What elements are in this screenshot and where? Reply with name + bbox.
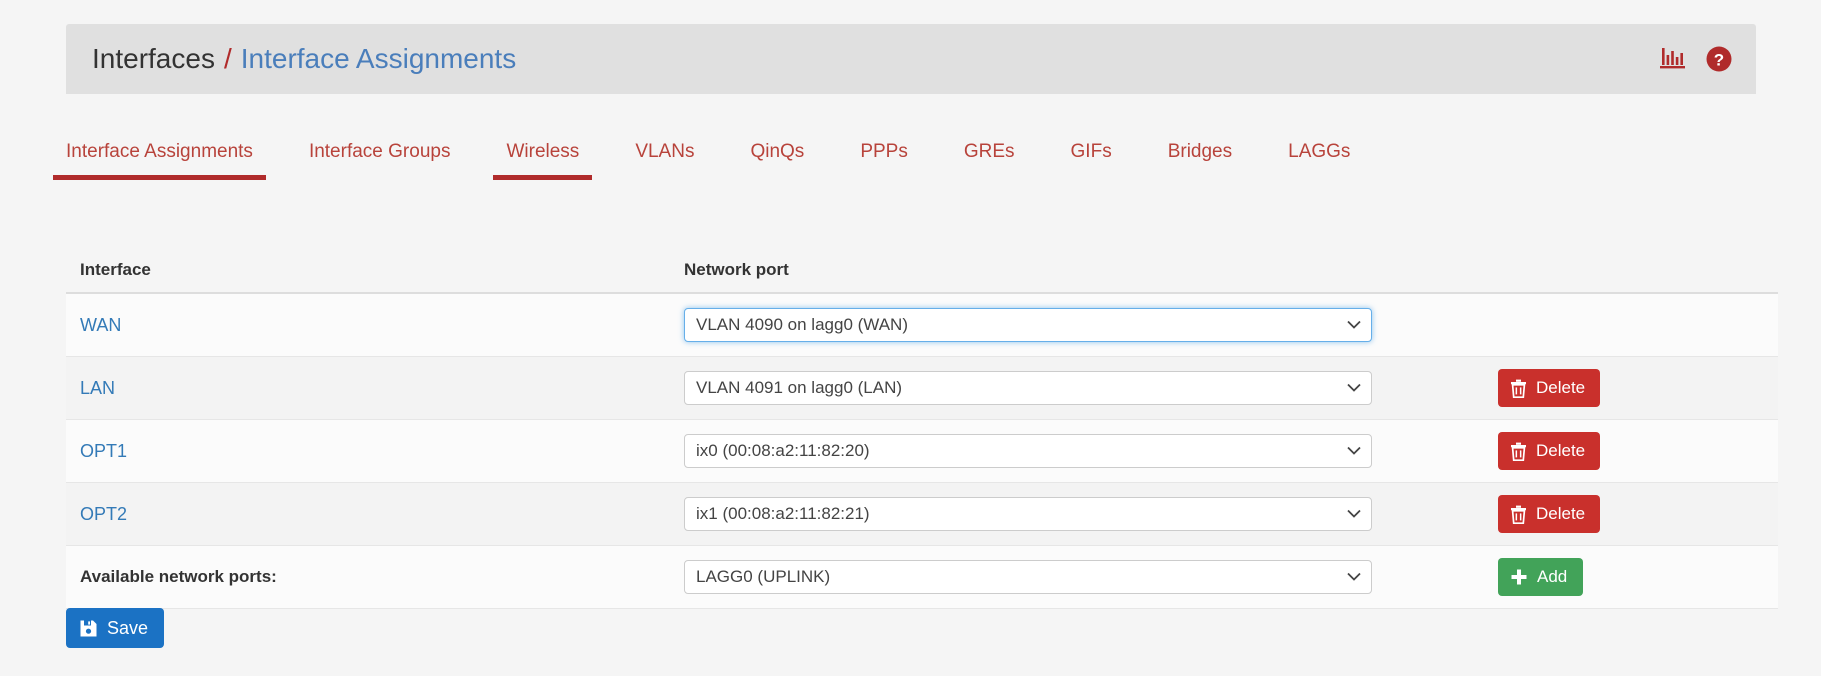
tab-label: PPPs xyxy=(860,141,908,162)
row-actions-cell: Delete xyxy=(1478,369,1778,407)
tab-interface-groups[interactable]: Interface Groups xyxy=(309,142,451,180)
svg-text:?: ? xyxy=(1714,51,1724,70)
interface-cell: OPT2 xyxy=(66,504,666,525)
tab-qinqs[interactable]: QinQs xyxy=(750,142,804,180)
network-port-select-value: ix0 (00:08:a2:11:82:20) xyxy=(684,434,1372,468)
tab-label: Bridges xyxy=(1167,141,1233,162)
tab-laggs[interactable]: LAGGs xyxy=(1288,142,1350,180)
row-actions-cell: Delete xyxy=(1478,495,1778,533)
network-port-select-value: VLAN 4091 on lagg0 (LAN) xyxy=(684,371,1372,405)
available-network-ports-label: Available network ports: xyxy=(80,567,277,586)
network-port-select-value: VLAN 4090 on lagg0 (WAN) xyxy=(684,308,1372,342)
available-ports-label-cell: Available network ports: xyxy=(66,567,666,587)
network-port-cell: VLAN 4091 on lagg0 (LAN) xyxy=(666,371,1478,405)
tab-wireless[interactable]: Wireless xyxy=(493,141,593,180)
add-button[interactable]: Add xyxy=(1498,558,1584,596)
network-port-cell: ix0 (00:08:a2:11:82:20) xyxy=(666,434,1478,468)
breadcrumb-current[interactable]: Interface Assignments xyxy=(241,45,516,73)
status-chart-icon[interactable] xyxy=(1660,47,1686,71)
delete-button-opt1[interactable]: Delete xyxy=(1498,432,1601,470)
tab-pppps[interactable]: PPPs xyxy=(860,142,908,180)
delete-button-label: Delete xyxy=(1536,441,1586,460)
tab-label: LAGGs xyxy=(1288,141,1351,162)
interface-cell: WAN xyxy=(66,315,666,336)
table-row: OPT1 ix0 (00:08:a2:11:82:20) Delete xyxy=(66,420,1778,483)
table-row: LAN VLAN 4091 on lagg0 (LAN) Delete xyxy=(66,357,1778,420)
tab-label: Interface Assignments xyxy=(66,141,253,162)
table-row: OPT2 ix1 (00:08:a2:11:82:21) Delete xyxy=(66,483,1778,546)
delete-button-lan[interactable]: Delete xyxy=(1498,369,1601,407)
row-actions-cell: Add xyxy=(1478,558,1778,596)
tab-gifs[interactable]: GIFs xyxy=(1071,142,1112,180)
network-port-cell: LAGG0 (UPLINK) xyxy=(666,560,1478,594)
available-network-port-select[interactable]: LAGG0 (UPLINK) xyxy=(684,560,1372,594)
tab-label: Wireless xyxy=(506,141,580,162)
header-icon-group: ? xyxy=(1660,46,1732,72)
save-disk-icon xyxy=(79,619,98,638)
tab-gres[interactable]: GREs xyxy=(964,142,1015,180)
interface-assignments-page: Interfaces / Interface Assignments ? Int… xyxy=(0,0,1821,676)
trash-icon xyxy=(1510,505,1527,524)
delete-button-label: Delete xyxy=(1536,504,1586,523)
tab-label: QinQs xyxy=(750,141,805,162)
breadcrumb: Interfaces / Interface Assignments xyxy=(92,45,516,73)
column-header-interface: Interface xyxy=(80,260,151,279)
interface-link-opt2[interactable]: OPT2 xyxy=(80,504,127,524)
tab-label: GIFs xyxy=(1070,141,1112,162)
interface-cell: OPT1 xyxy=(66,441,666,462)
trash-icon xyxy=(1510,379,1527,398)
network-port-select-wan[interactable]: VLAN 4090 on lagg0 (WAN) xyxy=(684,308,1372,342)
save-button[interactable]: Save xyxy=(66,608,165,648)
tab-label: VLANs xyxy=(635,141,695,162)
network-port-select-opt2[interactable]: ix1 (00:08:a2:11:82:21) xyxy=(684,497,1372,531)
tab-label: Interface Groups xyxy=(308,141,451,162)
network-port-select-value: ix1 (00:08:a2:11:82:21) xyxy=(684,497,1372,531)
page-header: Interfaces / Interface Assignments ? xyxy=(66,24,1756,94)
interface-link-wan[interactable]: WAN xyxy=(80,315,121,335)
plus-icon xyxy=(1510,568,1528,586)
tab-label: GREs xyxy=(963,141,1015,162)
add-button-label: Add xyxy=(1537,567,1568,586)
network-port-cell: VLAN 4090 on lagg0 (WAN) xyxy=(666,308,1478,342)
delete-button-opt2[interactable]: Delete xyxy=(1498,495,1601,533)
network-port-select-opt1[interactable]: ix0 (00:08:a2:11:82:20) xyxy=(684,434,1372,468)
tab-bridges[interactable]: Bridges xyxy=(1168,142,1232,180)
interface-cell: LAN xyxy=(66,378,666,399)
table-header-row: Interface Network port xyxy=(66,248,1778,294)
row-actions-cell: Delete xyxy=(1478,432,1778,470)
save-button-label: Save xyxy=(107,617,149,638)
breadcrumb-separator: / xyxy=(223,43,232,74)
available-network-ports-row: Available network ports: LAGG0 (UPLINK) xyxy=(66,546,1778,609)
interface-link-opt1[interactable]: OPT1 xyxy=(80,441,127,461)
tab-interface-assignments[interactable]: Interface Assignments xyxy=(53,141,266,180)
trash-icon xyxy=(1510,442,1527,461)
network-port-cell: ix1 (00:08:a2:11:82:21) xyxy=(666,497,1478,531)
help-icon[interactable]: ? xyxy=(1706,46,1732,72)
tab-vlans[interactable]: VLANs xyxy=(635,142,694,180)
delete-button-label: Delete xyxy=(1536,378,1586,397)
interface-assignment-table: Interface Network port WAN VLAN 4090 on … xyxy=(66,248,1778,609)
available-network-port-value: LAGG0 (UPLINK) xyxy=(684,560,1372,594)
breadcrumb-root[interactable]: Interfaces xyxy=(92,45,215,73)
table-row: WAN VLAN 4090 on lagg0 (WAN) xyxy=(66,294,1778,357)
tab-bar: Interface Assignments Interface Groups W… xyxy=(53,141,1756,194)
column-header-network-port: Network port xyxy=(684,260,789,279)
network-port-select-lan[interactable]: VLAN 4091 on lagg0 (LAN) xyxy=(684,371,1372,405)
interface-link-lan[interactable]: LAN xyxy=(80,378,115,398)
